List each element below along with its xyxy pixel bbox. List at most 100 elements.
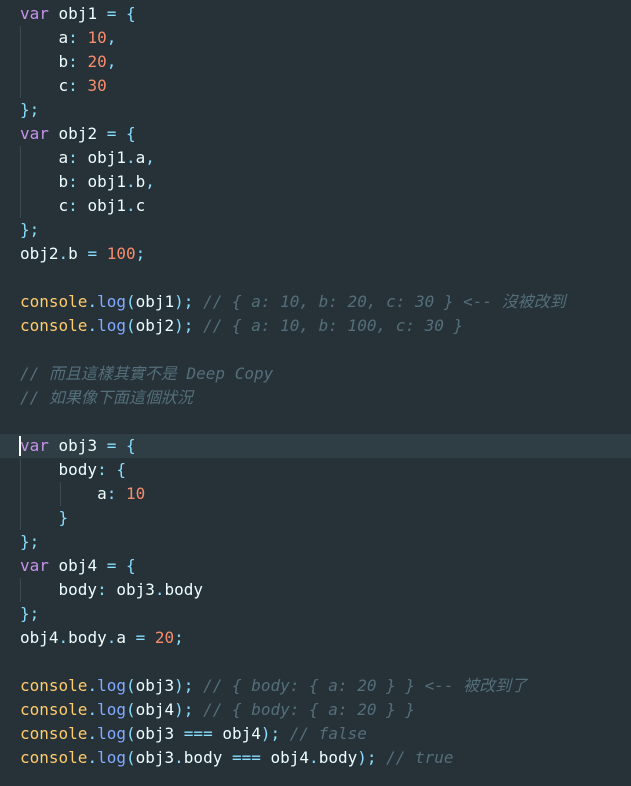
code-token: body (20, 580, 98, 599)
code-token: b (68, 244, 88, 263)
code-line[interactable]: }; (0, 602, 631, 626)
code-token: // false (289, 724, 367, 743)
code-token: ( (125, 724, 136, 743)
code-token: . (87, 676, 98, 695)
code-token: : (68, 172, 78, 191)
code-token: obj2 (135, 316, 175, 335)
code-line[interactable]: body: obj3.body (0, 578, 631, 602)
code-token: : (68, 148, 78, 167)
code-token: : (68, 28, 78, 47)
code-token: c (20, 76, 69, 95)
code-token: 20 (154, 628, 175, 647)
code-token: // { a: 10, b: 20, c: 30 } <-- 沒被改到 (203, 292, 566, 311)
code-token: b (20, 172, 69, 191)
code-line[interactable]: body: { (0, 458, 631, 482)
code-token: body (20, 460, 98, 479)
code-token: ); (174, 316, 194, 335)
code-token: }; (20, 604, 40, 623)
code-line[interactable]: b: obj1.b, (0, 170, 631, 194)
code-line[interactable]: a: 10 (0, 482, 631, 506)
code-token: = (106, 436, 117, 455)
code-line[interactable]: console.log(obj4); // { body: { a: 20 } … (0, 698, 631, 722)
code-token: a (20, 484, 107, 503)
code-line[interactable]: a: 10, (0, 26, 631, 50)
code-line[interactable]: } (0, 506, 631, 530)
code-line[interactable] (0, 410, 631, 434)
code-token: ( (125, 748, 136, 767)
code-token: , (106, 28, 117, 47)
code-token: body (318, 748, 358, 767)
code-token: obj3 (106, 580, 155, 599)
code-line[interactable] (0, 266, 631, 290)
code-line[interactable]: c: obj1.c (0, 194, 631, 218)
code-token: = (106, 4, 117, 23)
code-token: . (125, 196, 136, 215)
code-token: ); (174, 676, 194, 695)
code-line[interactable]: c: 30 (0, 74, 631, 98)
code-token: var (20, 4, 49, 23)
code-line[interactable]: obj4.body.a = 20; (0, 626, 631, 650)
code-token: ); (260, 724, 281, 743)
code-token: : (106, 484, 117, 503)
code-token: a (20, 148, 69, 167)
code-token: { (125, 4, 136, 23)
code-token: } (58, 508, 69, 527)
code-line[interactable]: obj2.b = 100; (0, 242, 631, 266)
code-token: obj1 (77, 172, 126, 191)
code-token: console (20, 748, 88, 767)
code-token: obj2 (20, 244, 59, 263)
code-token: // { body: { a: 20 } } (203, 700, 415, 719)
code-line[interactable]: console.log(obj3); // { body: { a: 20 } … (0, 674, 631, 698)
code-token: ( (125, 676, 136, 695)
code-line[interactable]: var obj2 = { (0, 122, 631, 146)
code-line[interactable]: }; (0, 530, 631, 554)
code-token: console (20, 700, 88, 719)
code-line[interactable] (0, 338, 631, 362)
code-token: : (68, 52, 78, 71)
code-line[interactable]: var obj1 = { (0, 2, 631, 26)
code-line[interactable]: a: obj1.a, (0, 146, 631, 170)
code-line[interactable]: console.log(obj3 === obj4); // false (0, 722, 631, 746)
indent-guide (20, 26, 21, 50)
code-token: . (58, 244, 69, 263)
code-token: obj4 (260, 748, 310, 767)
code-token: log (97, 700, 126, 719)
code-token: . (154, 580, 165, 599)
code-token: ); (174, 292, 194, 311)
code-token: // { a: 10, b: 100, c: 30 } (203, 316, 464, 335)
code-line[interactable]: b: 20, (0, 50, 631, 74)
code-token: var (20, 124, 49, 143)
code-line[interactable]: var obj4 = { (0, 554, 631, 578)
indent-guide (20, 482, 21, 506)
indent-guide (59, 482, 61, 506)
code-line[interactable]: console.log(obj2); // { a: 10, b: 100, c… (0, 314, 631, 338)
code-line[interactable]: console.log(obj1); // { a: 10, b: 20, c:… (0, 290, 631, 314)
code-token: obj2 (48, 124, 107, 143)
code-token: { (125, 124, 136, 143)
code-line[interactable]: // 如果像下面這個狀況 (0, 386, 631, 410)
code-token: ( (125, 292, 136, 311)
code-token: a (116, 628, 136, 647)
code-line[interactable] (0, 650, 631, 674)
code-editor[interactable]: var obj1 = { a: 10, b: 20, c: 30}; var ob… (0, 2, 631, 770)
code-token: . (106, 628, 117, 647)
code-line[interactable]: }; (0, 98, 631, 122)
code-token: ; (174, 628, 184, 647)
code-token: . (87, 316, 98, 335)
code-token: obj3 (135, 748, 175, 767)
code-token: console (20, 316, 88, 335)
code-line[interactable]: }; (0, 218, 631, 242)
current-code-line[interactable]: var obj3 = { (0, 434, 631, 458)
code-line[interactable]: // 而且這樣其實不是 Deep Copy (0, 362, 631, 386)
code-line[interactable]: console.log(obj3.body === obj4.body); //… (0, 746, 631, 770)
